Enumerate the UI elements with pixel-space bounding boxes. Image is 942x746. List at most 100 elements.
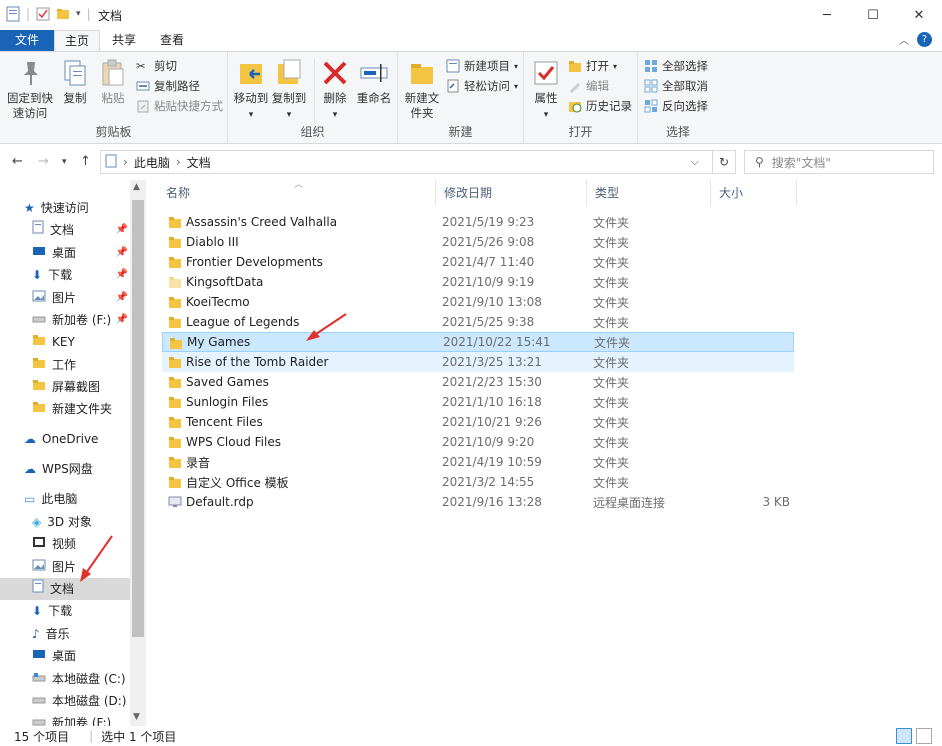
file-date: 2021/4/19 10:59 [442, 455, 542, 469]
select-none-button[interactable]: 全部取消 [644, 78, 708, 94]
forward-arrow-icon[interactable]: → [38, 154, 49, 169]
back-arrow-icon[interactable]: ← [12, 154, 23, 169]
nav-pc-item[interactable]: 桌面 [32, 645, 128, 667]
select-group: 全部选择 全部取消 反向选择 选择 [638, 52, 718, 143]
qat-dropdown-icon[interactable]: ▾ [76, 9, 81, 19]
file-row[interactable]: 自定义 Office 模板 2021/3/2 14:55 文件夹 [162, 472, 794, 492]
nav-scrollbar[interactable]: ▲ ▼ [130, 180, 146, 726]
minimize-icon[interactable]: ─ [804, 0, 850, 30]
nav-pc-item[interactable]: ◈ 3D 对象 [32, 511, 128, 533]
nav-quick-item[interactable]: 工作 [32, 354, 128, 376]
title-bar: | ▾ | 文档 ─ ☐ ✕ [0, 0, 942, 30]
column-header-size[interactable]: 大小 [711, 180, 797, 206]
nav-pc-item[interactable]: 本地磁盘 (C:) [32, 668, 128, 690]
file-row[interactable]: WPS Cloud Files 2021/10/9 9:20 文件夹 [162, 432, 794, 452]
large-icons-view-icon[interactable] [916, 728, 932, 744]
new-folder-button[interactable]: 新建文件夹 [402, 56, 442, 121]
copy-label: 复制 [63, 91, 87, 105]
column-header-date[interactable]: 修改日期 [436, 180, 587, 206]
new-folder-quick-icon[interactable] [56, 6, 70, 22]
nav-quick-item[interactable]: 新加卷 (F:) 📌 [32, 309, 128, 331]
tab-home[interactable]: 主页 [54, 30, 100, 52]
tab-share[interactable]: 共享 [100, 30, 148, 52]
nav-quick-item[interactable]: 新建文件夹 [32, 398, 128, 420]
paste-button[interactable]: 粘贴 [96, 56, 130, 106]
file-date: 2021/5/25 9:38 [442, 315, 535, 329]
nav-quick-item[interactable]: 屏幕截图 [32, 376, 128, 398]
open-group: 属性 ▾ 打开 ▾ 编辑 历史记录 打开 [524, 52, 638, 143]
history-button[interactable]: 历史记录 [568, 98, 632, 114]
help-icon[interactable]: ? [917, 32, 932, 47]
file-type: 文件夹 [594, 335, 631, 350]
tab-view[interactable]: 查看 [148, 30, 196, 52]
file-row[interactable]: 录音 2021/4/19 10:59 文件夹 [162, 452, 794, 472]
breadcrumb-documents[interactable]: 文档 [187, 154, 211, 171]
copy-to-button[interactable]: 复制到 ▾ [270, 56, 308, 123]
nav-pc-item[interactable]: ♪ 音乐 [32, 623, 128, 645]
file-name: Default.rdp [186, 495, 254, 509]
breadcrumb-this-pc[interactable]: 此电脑 [134, 154, 170, 171]
column-header-type[interactable]: 类型 [587, 180, 711, 206]
file-list: ︿ 名称 修改日期 类型 大小 Assassin's Creed Valhall… [158, 180, 942, 726]
move-to-button[interactable]: 移动到 ▾ [232, 56, 270, 123]
file-row[interactable]: Rise of the Tomb Raider 2021/3/25 13:21 文件… [162, 352, 794, 372]
file-row[interactable]: My Games 2021/10/22 15:41 文件夹 [162, 332, 794, 352]
search-input[interactable]: ⚲ 搜索"文档" [744, 150, 934, 174]
scroll-down-icon[interactable]: ▼ [133, 712, 140, 722]
file-row[interactable]: Assassin's Creed Valhalla 2021/5/19 9:23 文… [162, 212, 794, 232]
scroll-up-icon[interactable]: ▲ [133, 182, 140, 192]
address-bar[interactable]: › 此电脑 › 文档 ⌵ [100, 150, 736, 174]
file-row[interactable]: Tencent Files 2021/10/21 9:26 文件夹 [162, 412, 794, 432]
copy-path-button[interactable]: 复制路径 [136, 78, 200, 94]
easy-access-button[interactable]: 轻松访问 ▾ [446, 78, 518, 94]
nav-onedrive[interactable]: ☁ OneDrive [24, 428, 98, 450]
refresh-icon[interactable]: ↻ [712, 150, 736, 174]
invert-selection-label: 反向选择 [662, 99, 708, 113]
file-row[interactable]: KingsoftData 2021/10/9 9:19 文件夹 [162, 272, 794, 292]
nav-pc-item[interactable]: ⬇ 下载 [32, 600, 128, 622]
file-row[interactable]: Frontier Developments 2021/4/7 11:40 文件夹 [162, 252, 794, 272]
folder-icon [169, 457, 181, 468]
tab-file[interactable]: 文件 [0, 30, 54, 52]
copy-button[interactable]: 复制 [58, 56, 92, 106]
nav-quick-item[interactable]: ⬇ 下载 📌 [32, 264, 128, 286]
column-header-name[interactable]: 名称 [158, 180, 436, 206]
address-dropdown-icon[interactable]: ⌵ [691, 155, 699, 169]
recent-locations-chevron-icon[interactable]: ▾ [62, 157, 67, 167]
file-row[interactable]: Diablo III 2021/5/26 9:08 文件夹 [162, 232, 794, 252]
close-icon[interactable]: ✕ [896, 0, 942, 30]
paste-shortcut-button[interactable]: 粘贴快捷方式 [136, 98, 223, 114]
details-view-icon[interactable] [896, 728, 912, 744]
pin-quick-access-button[interactable]: 固定到快速访问 [4, 56, 56, 121]
delete-button[interactable]: 删除 ▾ [318, 56, 352, 123]
nav-quick-item[interactable]: KEY [32, 331, 128, 353]
nav-wps-drive[interactable]: ☁ WPS网盘 [24, 458, 93, 480]
nav-quick-item[interactable]: 文档 📌 [32, 219, 128, 241]
edit-button[interactable]: 编辑 [568, 78, 609, 94]
nav-this-pc[interactable]: ▭ 此电脑 [24, 488, 77, 510]
annotation-arrow [306, 313, 347, 341]
file-row[interactable]: Sunlogin Files 2021/1/10 16:18 文件夹 [162, 392, 794, 412]
file-row[interactable]: KoeiTecmo 2021/9/10 13:08 文件夹 [162, 292, 794, 312]
select-all-button[interactable]: 全部选择 [644, 58, 708, 74]
collapse-ribbon-icon[interactable]: ︿ [899, 32, 909, 47]
invert-selection-button[interactable]: 反向选择 [644, 98, 708, 114]
nav-quick-access[interactable]: ★ 快速访问 [24, 197, 89, 219]
nav-quick-item[interactable]: 桌面 📌 [32, 242, 128, 264]
file-row[interactable]: Saved Games 2021/2/23 15:30 文件夹 [162, 372, 794, 392]
properties-button[interactable]: 属性 ▾ [530, 56, 562, 123]
open-button[interactable]: 打开 ▾ [568, 58, 617, 74]
new-item-button[interactable]: 新建项目 ▾ [446, 58, 518, 74]
rename-button[interactable]: 重命名 [354, 56, 394, 106]
up-arrow-icon[interactable]: ↑ [80, 154, 91, 169]
nav-scroll-thumb[interactable] [132, 200, 144, 637]
cut-button[interactable]: ✂ 剪切 [136, 58, 177, 74]
nav-pc-item[interactable]: 新加卷 (F:) [32, 712, 128, 726]
file-row[interactable]: League of Legends 2021/5/25 9:38 文件夹 [162, 312, 794, 332]
nav-quick-item[interactable]: 图片 📌 [32, 287, 128, 309]
file-date: 2021/10/21 9:26 [442, 415, 542, 429]
maximize-icon[interactable]: ☐ [850, 0, 896, 30]
properties-quick-icon[interactable] [36, 6, 50, 22]
nav-pc-item[interactable]: 本地磁盘 (D:) [32, 690, 128, 712]
file-row[interactable]: Default.rdp 2021/9/16 13:28 远程桌面连接 3 KB [162, 492, 794, 512]
